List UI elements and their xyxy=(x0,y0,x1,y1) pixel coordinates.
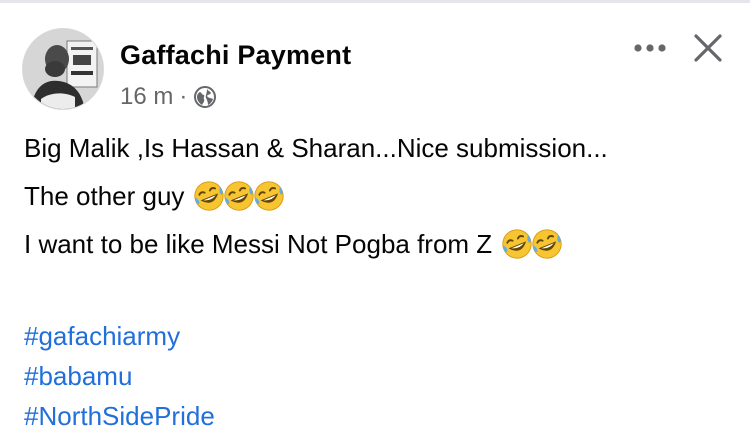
laughing-crying-emoji-icon xyxy=(500,227,534,261)
hashtag-link[interactable]: #babamu xyxy=(24,356,740,396)
top-divider xyxy=(0,0,750,3)
laughing-crying-emoji-icon xyxy=(252,179,286,213)
post-text-line: I want to be like Messi Not Pogba from Z xyxy=(24,220,740,268)
post-text: I want to be like Messi Not Pogba from Z xyxy=(24,229,493,259)
globe-icon[interactable] xyxy=(193,85,217,109)
avatar[interactable] xyxy=(22,28,104,110)
laughing-crying-emoji-icon xyxy=(192,179,226,213)
avatar-image xyxy=(23,29,103,109)
laughing-crying-emoji-icon xyxy=(222,179,256,213)
post-header: Gaffachi Payment 16 m · xyxy=(22,26,728,116)
post-body: Big Malik ,Is Hassan & Sharan...Nice sub… xyxy=(24,124,740,436)
more-options-button[interactable] xyxy=(630,28,670,68)
post-meta: 16 m · xyxy=(120,83,217,111)
hashtag-link[interactable]: #NorthSidePride xyxy=(24,396,740,436)
close-icon xyxy=(694,34,722,62)
post-timestamp[interactable]: 16 m xyxy=(120,83,173,111)
facebook-post: Gaffachi Payment 16 m · Big Malik ,Is Ha… xyxy=(0,0,750,443)
emoji-group xyxy=(500,227,564,261)
hashtag-link[interactable]: #gafachiarmy xyxy=(24,316,740,356)
emoji-group xyxy=(192,179,286,213)
author-name[interactable]: Gaffachi Payment xyxy=(120,40,351,71)
laughing-crying-emoji-icon xyxy=(530,227,564,261)
close-button[interactable] xyxy=(688,28,728,68)
post-text: The other guy xyxy=(24,181,185,211)
meta-separator: · xyxy=(179,83,188,110)
post-text: Big Malik ,Is Hassan & Sharan...Nice sub… xyxy=(24,133,608,163)
post-text-line: Big Malik ,Is Hassan & Sharan...Nice sub… xyxy=(24,124,740,172)
post-text-line: The other guy xyxy=(24,172,740,220)
more-options-icon xyxy=(634,44,666,52)
